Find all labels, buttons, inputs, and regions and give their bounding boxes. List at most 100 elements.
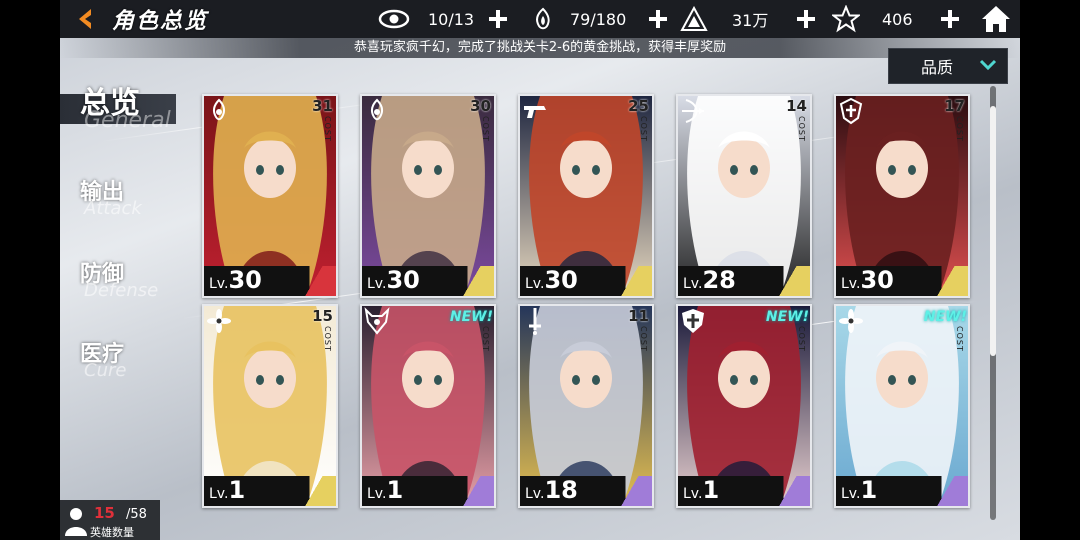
hero-cost: 31 (312, 97, 333, 115)
hero-card[interactable]: 31 COST Lv.30 (202, 94, 338, 298)
level-prefix: Lv. (683, 486, 703, 502)
rarity-stripe (618, 266, 652, 296)
add-gold-button[interactable] (794, 7, 818, 31)
cost-label: COST (955, 326, 964, 352)
level-number: 30 (386, 266, 420, 294)
tab-attack[interactable]: 输出 Attack (60, 174, 180, 222)
hero-card[interactable]: COST NEW! Lv.1 (676, 304, 812, 508)
rarity-stripe (776, 266, 810, 296)
tab-defense-sublabel: Defense (84, 280, 159, 301)
cost-label: COST (323, 326, 332, 352)
hero-count-label: 英雄数量 (90, 526, 134, 539)
cross-shield-icon (682, 309, 704, 333)
hero-card[interactable]: 17 COST Lv.30 (834, 94, 970, 298)
hero-cost: 14 (786, 97, 807, 115)
tab-cure-sublabel: Cure (84, 360, 127, 381)
hero-level: Lv.1 (367, 476, 403, 504)
stars-value: 406 (882, 9, 913, 29)
level-bar: Lv.28 (678, 266, 810, 296)
add-stars-button[interactable] (938, 7, 962, 31)
triangle-emblem-icon (680, 6, 708, 31)
level-bar: Lv.30 (204, 266, 336, 296)
star-icon (832, 5, 860, 33)
flame-emblem-icon (371, 98, 383, 121)
hero-level: Lv.18 (525, 476, 578, 504)
resource-stamina: 10/13 (378, 0, 510, 38)
level-number: 30 (228, 266, 262, 294)
home-icon (982, 6, 1010, 32)
rarity-stripe (302, 476, 336, 506)
hero-level: Lv.1 (209, 476, 245, 504)
level-bar: Lv.1 (204, 476, 336, 506)
tab-cure[interactable]: 医疗 Cure (60, 336, 180, 384)
hero-card[interactable]: 30 COST Lv.30 (360, 94, 496, 298)
hero-count-current: 15 (94, 504, 115, 522)
level-bar: Lv.30 (520, 266, 652, 296)
hero-level: Lv.1 (841, 476, 877, 504)
rarity-stripe (934, 476, 968, 506)
scrollbar[interactable] (990, 86, 996, 520)
level-bar: Lv.30 (836, 266, 968, 296)
rarity-stripe (618, 476, 652, 506)
new-badge: NEW! (923, 309, 967, 325)
title-plate: 角色总览 (112, 0, 262, 38)
level-bar: Lv.30 (362, 266, 494, 296)
cost-label: COST (639, 116, 648, 142)
broadcast-notice: 恭喜玩家疯千幻，完成了挑战关卡2-6的黄金挑战，获得丰厚奖励 (60, 38, 1020, 58)
level-prefix: Lv. (209, 486, 229, 502)
hero-card[interactable]: COST NEW! Lv.1 (360, 304, 496, 508)
person-icon (65, 508, 87, 536)
back-button[interactable] (66, 6, 106, 32)
add-stamina-button[interactable] (486, 7, 510, 31)
tab-general[interactable]: 总览 General (60, 78, 180, 134)
tab-attack-sublabel: Attack (84, 198, 142, 219)
horned-shield-icon (364, 307, 390, 335)
hero-level: Lv.1 (683, 476, 719, 504)
scrollbar-thumb[interactable] (990, 106, 996, 356)
sort-dropdown[interactable]: 品质 (888, 48, 1008, 84)
cost-label: COST (481, 326, 490, 352)
cost-label: COST (481, 116, 490, 142)
rarity-stripe (460, 476, 494, 506)
shield-cross-emblem-icon (839, 97, 863, 125)
resource-stars: 406 (832, 0, 962, 38)
flame-hand-icon (536, 7, 550, 30)
level-bar: Lv.1 (362, 476, 494, 506)
game-stage: 角色总览 10/13 79/180 31万 406 恭喜玩家疯千幻，完成了挑战关… (60, 0, 1020, 540)
page-title: 角色总览 (112, 9, 209, 34)
level-prefix: Lv. (841, 276, 861, 292)
hero-card[interactable]: 11 COST Lv.18 (518, 304, 654, 508)
tab-defense[interactable]: 防御 Defense (60, 256, 180, 304)
hero-card[interactable]: 15 COST Lv.1 (202, 304, 338, 508)
lotus-emblem-icon (839, 309, 863, 333)
hero-level: Lv.28 (683, 266, 736, 294)
level-number: 30 (544, 266, 578, 294)
hero-card[interactable]: 14 COST Lv.28 (676, 94, 812, 298)
hero-cost: 15 (312, 307, 333, 325)
level-number: 1 (386, 476, 404, 504)
level-number: 1 (228, 476, 246, 504)
sword-icon (529, 308, 541, 335)
gold-value: 31万 (732, 11, 769, 30)
back-arrow-icon (79, 9, 91, 29)
cost-label: COST (955, 116, 964, 142)
home-button[interactable] (980, 3, 1012, 35)
level-number: 1 (702, 476, 720, 504)
cost-label: COST (797, 326, 806, 352)
hero-level: Lv.30 (841, 266, 894, 294)
level-number: 30 (860, 266, 894, 294)
cost-label: COST (797, 116, 806, 142)
sort-selected-value: 品质 (921, 58, 954, 77)
level-bar: Lv.1 (678, 476, 810, 506)
level-number: 1 (860, 476, 878, 504)
chevron-down-icon (979, 59, 997, 71)
level-prefix: Lv. (841, 486, 861, 502)
level-prefix: Lv. (209, 276, 229, 292)
hero-cost: 17 (944, 97, 965, 115)
add-energy-button[interactable] (646, 7, 670, 31)
level-prefix: Lv. (525, 276, 545, 292)
hero-card[interactable]: 25 COST Lv.30 (518, 94, 654, 298)
hero-cost: 25 (628, 97, 649, 115)
rarity-stripe (776, 476, 810, 506)
hero-card[interactable]: COST NEW! Lv.1 (834, 304, 970, 508)
